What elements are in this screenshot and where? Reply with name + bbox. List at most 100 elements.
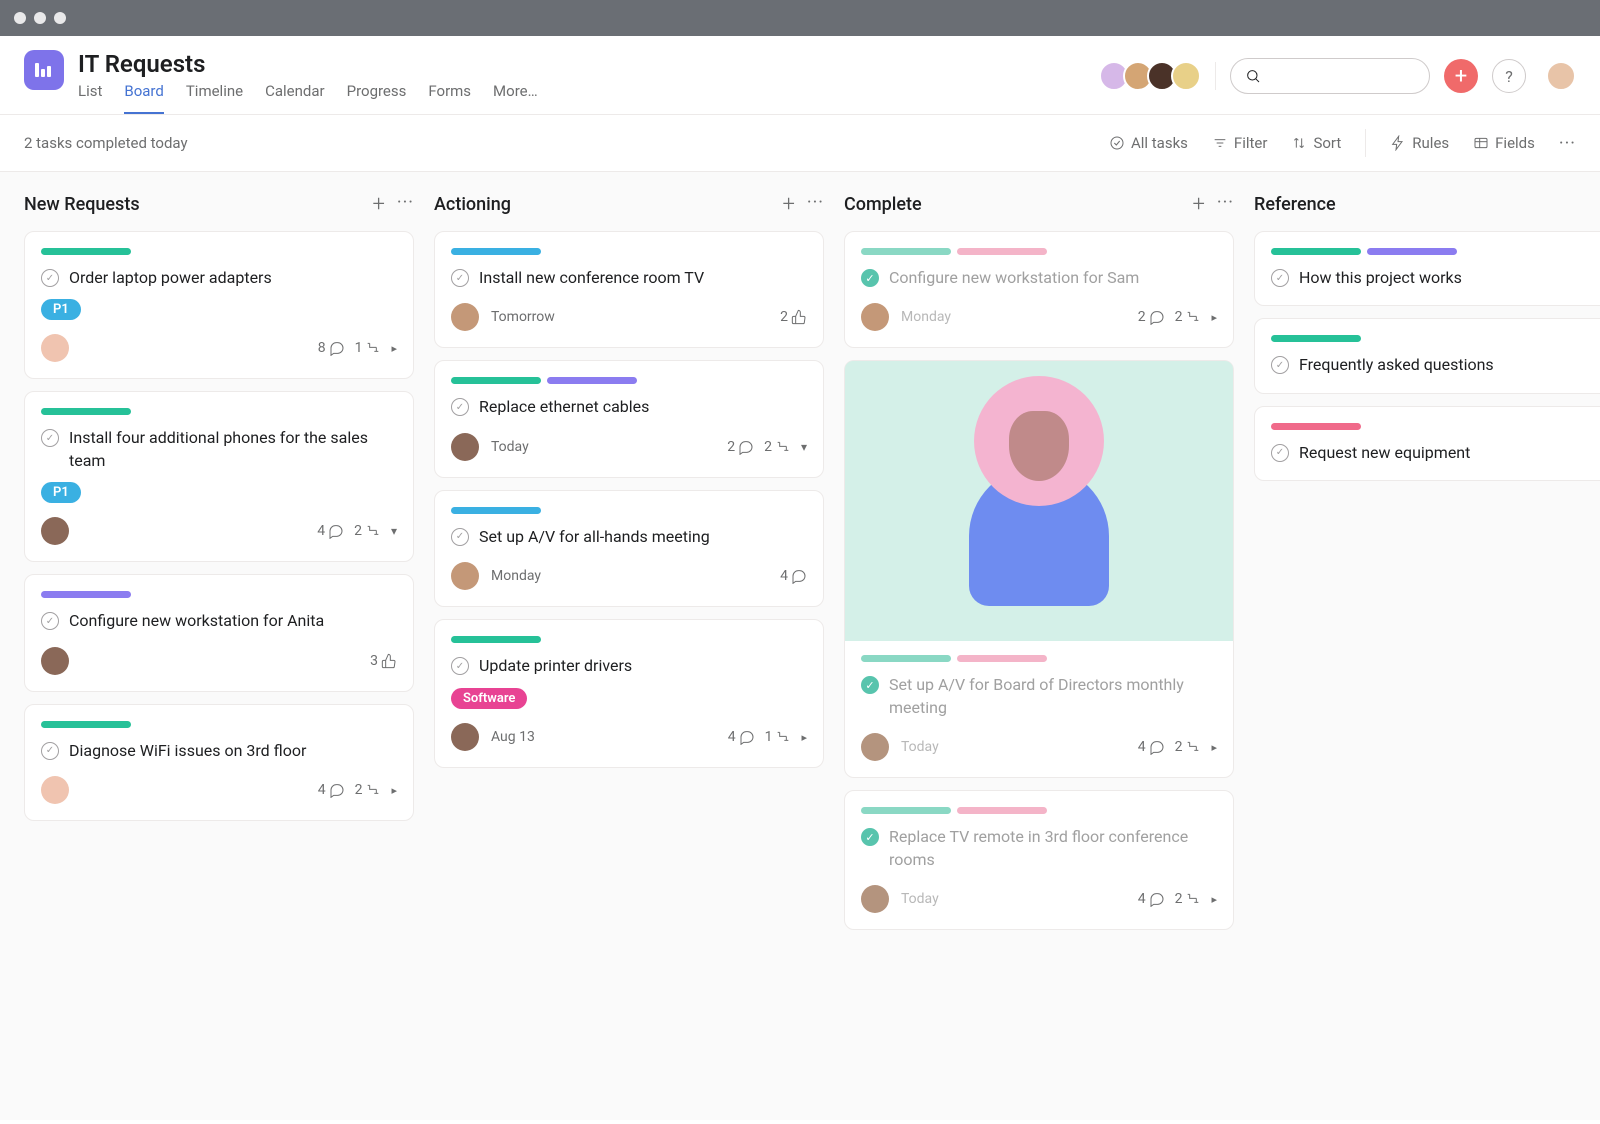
help-button[interactable]: ? bbox=[1492, 59, 1526, 93]
add-card-button[interactable]: + bbox=[782, 192, 794, 217]
task-card[interactable]: Configure new workstation for SamMonday2… bbox=[844, 231, 1234, 348]
complete-checkbox[interactable] bbox=[451, 398, 469, 416]
all-tasks-filter[interactable]: All tasks bbox=[1109, 134, 1188, 152]
add-button[interactable]: + bbox=[1444, 59, 1478, 93]
column-reference: Reference + How this project worksFreque… bbox=[1254, 192, 1600, 1100]
complete-checkbox[interactable] bbox=[861, 828, 879, 846]
complete-checkbox[interactable] bbox=[41, 612, 59, 630]
custom-field-bars bbox=[1271, 335, 1600, 342]
expand-icon[interactable] bbox=[1211, 891, 1217, 907]
assignee-avatar[interactable] bbox=[451, 723, 479, 751]
complete-checkbox[interactable] bbox=[41, 742, 59, 760]
expand-icon[interactable] bbox=[1211, 739, 1217, 755]
expand-icon[interactable] bbox=[1211, 309, 1217, 325]
assignee-avatar[interactable] bbox=[451, 303, 479, 331]
card-meta: 4 2 bbox=[1138, 739, 1217, 755]
task-card[interactable]: Replace ethernet cablesToday2 2 bbox=[434, 360, 824, 477]
tab-board[interactable]: Board bbox=[124, 82, 163, 114]
expand-icon[interactable] bbox=[801, 439, 807, 455]
tab-forms[interactable]: Forms bbox=[428, 82, 471, 114]
add-card-button[interactable]: + bbox=[1192, 192, 1204, 217]
task-card[interactable]: Install four additional phones for the s… bbox=[24, 391, 414, 562]
card-title: Configure new workstation for Anita bbox=[69, 610, 324, 632]
comment-count: 2 bbox=[1138, 309, 1165, 325]
complete-checkbox[interactable] bbox=[451, 269, 469, 287]
complete-checkbox[interactable] bbox=[41, 429, 59, 447]
column-menu-button[interactable] bbox=[397, 192, 414, 217]
member-avatar[interactable] bbox=[1171, 61, 1201, 91]
task-card[interactable]: Request new equipment bbox=[1254, 406, 1600, 481]
tab-more[interactable]: More… bbox=[493, 82, 538, 114]
tab-calendar[interactable]: Calendar bbox=[265, 82, 325, 114]
card-title: Replace ethernet cables bbox=[479, 396, 649, 418]
card-meta: 2 2 bbox=[1138, 309, 1217, 325]
window-close-dot[interactable] bbox=[14, 12, 26, 24]
filter-button[interactable]: Filter bbox=[1212, 134, 1268, 152]
custom-field-bars bbox=[451, 636, 807, 643]
custom-field-bars bbox=[861, 655, 1217, 662]
expand-icon[interactable] bbox=[391, 523, 397, 539]
complete-checkbox[interactable] bbox=[861, 676, 879, 694]
window-maximize-dot[interactable] bbox=[54, 12, 66, 24]
lightning-icon bbox=[1390, 135, 1406, 151]
task-card[interactable]: Set up A/V for Board of Directors monthl… bbox=[844, 360, 1234, 778]
card-title: Set up A/V for Board of Directors monthl… bbox=[889, 674, 1217, 719]
assignee-avatar[interactable] bbox=[41, 776, 69, 804]
task-card[interactable]: Diagnose WiFi issues on 3rd floor 4 2 bbox=[24, 704, 414, 821]
add-card-button[interactable]: + bbox=[372, 192, 384, 217]
rules-button[interactable]: Rules bbox=[1390, 134, 1449, 152]
assignee-avatar[interactable] bbox=[41, 647, 69, 675]
assignee-avatar[interactable] bbox=[861, 885, 889, 913]
task-card[interactable]: Frequently asked questions bbox=[1254, 318, 1600, 393]
subtask-count: 2 bbox=[764, 439, 791, 455]
window-minimize-dot[interactable] bbox=[34, 12, 46, 24]
assignee-avatar[interactable] bbox=[451, 562, 479, 590]
assignee-avatar[interactable] bbox=[861, 303, 889, 331]
complete-checkbox[interactable] bbox=[1271, 269, 1289, 287]
assignee-avatar[interactable] bbox=[41, 517, 69, 545]
assignee-avatar[interactable] bbox=[861, 733, 889, 761]
card-title: Set up A/V for all-hands meeting bbox=[479, 526, 710, 548]
assignee-avatar[interactable] bbox=[451, 433, 479, 461]
task-card[interactable]: Install new conference room TVTomorrow2 bbox=[434, 231, 824, 348]
task-card[interactable]: Replace TV remote in 3rd floor conferenc… bbox=[844, 790, 1234, 930]
subtask-count: 2 bbox=[355, 782, 382, 798]
priority-tag: P1 bbox=[41, 482, 81, 503]
comment-count: 4 bbox=[318, 782, 345, 798]
tab-progress[interactable]: Progress bbox=[347, 82, 407, 114]
search-icon bbox=[1245, 68, 1261, 84]
card-meta: 4 bbox=[780, 568, 807, 584]
column-complete: Complete + Configure new workstation for… bbox=[844, 192, 1234, 1100]
tab-list[interactable]: List bbox=[78, 82, 102, 114]
complete-checkbox[interactable] bbox=[41, 269, 59, 287]
project-members[interactable] bbox=[1099, 61, 1201, 91]
expand-icon[interactable] bbox=[801, 729, 807, 745]
complete-checkbox[interactable] bbox=[451, 657, 469, 675]
task-card[interactable]: How this project works bbox=[1254, 231, 1600, 306]
card-meta: 8 1 bbox=[318, 340, 397, 356]
card-title: Configure new workstation for Sam bbox=[889, 267, 1139, 289]
user-avatar[interactable] bbox=[1546, 61, 1576, 91]
tab-timeline[interactable]: Timeline bbox=[186, 82, 243, 114]
column-menu-button[interactable] bbox=[807, 192, 824, 217]
search-input[interactable] bbox=[1230, 58, 1430, 94]
sort-button[interactable]: Sort bbox=[1291, 134, 1341, 152]
task-card[interactable]: Set up A/V for all-hands meetingMonday4 bbox=[434, 490, 824, 607]
expand-icon[interactable] bbox=[391, 340, 397, 356]
more-options-button[interactable] bbox=[1559, 133, 1576, 154]
complete-checkbox[interactable] bbox=[451, 528, 469, 546]
custom-field-bars bbox=[41, 721, 397, 728]
column-menu-button[interactable] bbox=[1217, 192, 1234, 217]
expand-icon[interactable] bbox=[391, 782, 397, 798]
task-card[interactable]: Order laptop power adaptersP18 1 bbox=[24, 231, 414, 379]
complete-checkbox[interactable] bbox=[861, 269, 879, 287]
complete-checkbox[interactable] bbox=[1271, 356, 1289, 374]
card-title: Diagnose WiFi issues on 3rd floor bbox=[69, 740, 306, 762]
comment-count: 4 bbox=[728, 729, 755, 745]
task-card[interactable]: Configure new workstation for Anita3 bbox=[24, 574, 414, 691]
assignee-avatar[interactable] bbox=[41, 334, 69, 362]
complete-checkbox[interactable] bbox=[1271, 444, 1289, 462]
card-title: Install new conference room TV bbox=[479, 267, 704, 289]
fields-button[interactable]: Fields bbox=[1473, 134, 1535, 152]
task-card[interactable]: Update printer driversSoftwareAug 134 1 bbox=[434, 619, 824, 767]
